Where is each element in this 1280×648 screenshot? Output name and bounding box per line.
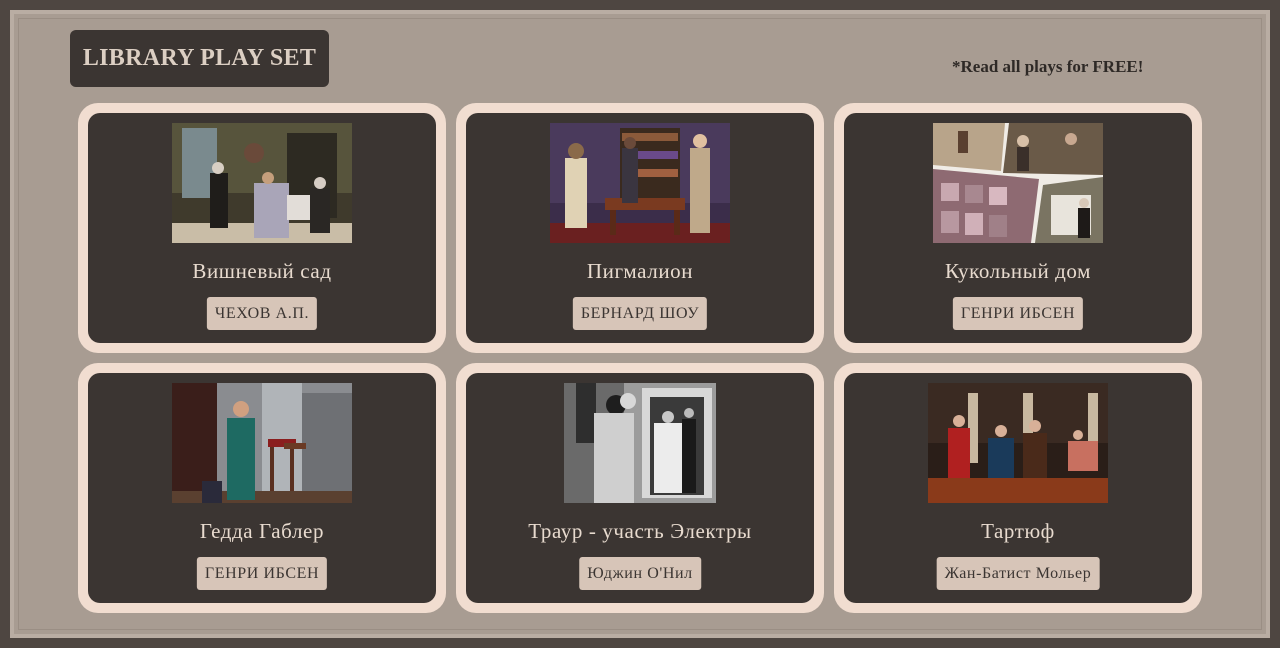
page-title: LIBRARY PLAY SET [70, 30, 329, 87]
free-reading-note: *Read all plays for FREE! [952, 57, 1144, 76]
play-title[interactable]: Пигмалион [466, 259, 814, 284]
play-image-dolls-house[interactable] [933, 123, 1103, 243]
play-card-body: Вишневый сад ЧЕХОВ А.П. [88, 113, 436, 343]
author-button[interactable]: ГЕНРИ ИБСЕН [952, 297, 1084, 330]
play-image-mourning-becomes-electra[interactable] [564, 383, 716, 503]
page-frame: LIBRARY PLAY SET *Read all plays for FRE… [10, 10, 1270, 638]
play-card-cherry-orchard[interactable]: Вишневый сад ЧЕХОВ А.П. [78, 103, 446, 353]
play-title[interactable]: Гедда Габлер [88, 519, 436, 544]
play-card-body: Траур - участь Электры Юджин О'Нил [466, 373, 814, 603]
play-image-cherry-orchard[interactable] [172, 123, 352, 243]
author-button[interactable]: ЧЕХОВ А.П. [206, 297, 318, 330]
play-image-pygmalion[interactable] [550, 123, 730, 243]
play-card-hedda-gabler[interactable]: Гедда Габлер ГЕНРИ ИБСЕН [78, 363, 446, 613]
play-title[interactable]: Кукольный дом [844, 259, 1192, 284]
author-button[interactable]: ГЕНРИ ИБСЕН [196, 557, 328, 590]
play-card-body: Гедда Габлер ГЕНРИ ИБСЕН [88, 373, 436, 603]
page-title-text: LIBRARY PLAY SET [82, 45, 317, 71]
play-card-body: Кукольный дом ГЕНРИ ИБСЕН [844, 113, 1192, 343]
play-card-dolls-house[interactable]: Кукольный дом ГЕНРИ ИБСЕН [834, 103, 1202, 353]
play-card-pygmalion[interactable]: Пигмалион БЕРНАРД ШОУ [456, 103, 824, 353]
play-title[interactable]: Вишневый сад [88, 259, 436, 284]
play-card-tartuffe[interactable]: Тартюф Жан-Батист Мольер [834, 363, 1202, 613]
play-title[interactable]: Траур - участь Электры [466, 519, 814, 544]
play-card-body: Тартюф Жан-Батист Мольер [844, 373, 1192, 603]
play-card-mourning-becomes-electra[interactable]: Траур - участь Электры Юджин О'Нил [456, 363, 824, 613]
play-image-tartuffe[interactable] [928, 383, 1108, 503]
author-button[interactable]: Жан-Батист Мольер [936, 557, 1100, 590]
author-button[interactable]: БЕРНАРД ШОУ [572, 297, 708, 330]
play-title[interactable]: Тартюф [844, 519, 1192, 544]
author-button[interactable]: Юджин О'Нил [579, 557, 701, 590]
play-image-hedda-gabler[interactable] [172, 383, 352, 503]
play-card-body: Пигмалион БЕРНАРД ШОУ [466, 113, 814, 343]
